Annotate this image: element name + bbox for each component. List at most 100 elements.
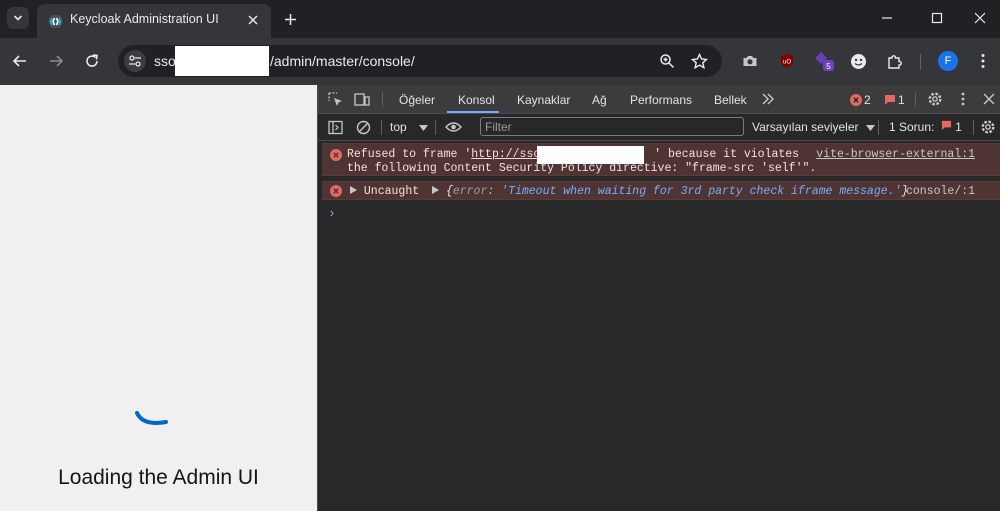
back-button[interactable] xyxy=(9,50,31,72)
address-bar[interactable]: sso. /admin/master/console/ xyxy=(118,45,722,77)
devtools-menu-button[interactable] xyxy=(954,90,972,108)
caret-down-icon xyxy=(419,125,429,131)
live-expression-button[interactable] xyxy=(444,118,462,136)
error-circle-icon xyxy=(330,149,342,161)
bookmark-button[interactable] xyxy=(688,50,710,72)
extensions-button[interactable] xyxy=(884,51,904,71)
expand-triangle-icon[interactable] xyxy=(432,186,440,194)
log-level-selector[interactable]: Varsayılan seviyeler xyxy=(752,120,875,134)
more-tabs-button[interactable] xyxy=(759,90,777,108)
arrow-right-icon xyxy=(50,55,64,67)
console-divider xyxy=(381,120,382,135)
loading-spinner-icon xyxy=(135,411,168,425)
close-icon xyxy=(983,93,995,105)
sidebar-icon xyxy=(327,120,343,134)
message-text: ' because it violates xyxy=(654,148,800,161)
select-element-icon xyxy=(327,91,342,106)
site-info-button[interactable] xyxy=(124,50,146,72)
console-toolbar: top Varsayılan seviyeler 1 Sorun: 1 xyxy=(318,114,1000,141)
extension-badge: 5 xyxy=(826,62,831,71)
issues-badge: 1 xyxy=(955,120,962,134)
minimize-icon xyxy=(882,17,892,19)
reload-icon xyxy=(86,54,98,67)
svg-text:uO: uO xyxy=(783,60,791,66)
error-count: 2 xyxy=(864,93,871,107)
kebab-menu-icon xyxy=(981,54,985,68)
close-icon xyxy=(974,12,986,24)
purple-extension-button[interactable]: 5 xyxy=(814,51,834,71)
tab-search-button[interactable] xyxy=(7,7,29,29)
minimize-button[interactable] xyxy=(877,8,897,28)
console-prompt[interactable]: › xyxy=(328,206,336,221)
tab-title: Keycloak Administration UI xyxy=(70,12,219,26)
issues-button[interactable]: 1 Sorun: 1 xyxy=(889,120,962,134)
block-icon xyxy=(356,120,370,134)
arrow-left-icon xyxy=(12,55,26,67)
console-settings-button[interactable] xyxy=(979,118,997,136)
face-extension-button[interactable] xyxy=(848,51,868,71)
tab-console[interactable]: Konsol xyxy=(458,93,495,107)
gear-icon xyxy=(981,120,995,134)
browser-menu-button[interactable] xyxy=(973,51,993,71)
new-tab-button[interactable] xyxy=(280,9,300,29)
error-count-icon[interactable] xyxy=(847,91,865,109)
console-divider xyxy=(435,120,436,135)
issue-count-icon[interactable] xyxy=(881,91,899,109)
devtools-divider xyxy=(382,92,383,107)
purple-extension-icon: 5 xyxy=(815,52,834,71)
console-divider xyxy=(878,120,879,135)
object-key: error xyxy=(452,185,488,198)
sidebar-toggle-button[interactable] xyxy=(326,118,344,136)
toolbar-divider xyxy=(920,54,921,70)
expand-triangle-icon[interactable] xyxy=(350,186,357,194)
devtools-settings-button[interactable] xyxy=(926,90,944,108)
devtools-close-button[interactable] xyxy=(980,90,998,108)
tab-memory[interactable]: Bellek xyxy=(714,93,747,107)
forward-button[interactable] xyxy=(45,50,67,72)
message-line-1: Refused to frame 'http://sso. ' because i… xyxy=(347,146,800,164)
source-link[interactable]: vite-browser-external:1 xyxy=(816,148,975,161)
url-path: /admin/master/console/ xyxy=(270,53,415,69)
clear-console-button[interactable] xyxy=(354,118,372,136)
eye-icon xyxy=(444,122,462,132)
reload-button[interactable] xyxy=(81,50,103,72)
zoom-button[interactable] xyxy=(656,50,678,72)
tune-icon xyxy=(129,55,141,67)
ublock-shield-icon: uO xyxy=(781,54,793,68)
inspect-element-button[interactable] xyxy=(326,90,344,108)
browser-tab-keycloak[interactable]: Keycloak Administration UI xyxy=(37,4,271,38)
gear-icon xyxy=(928,92,942,106)
tab-elements[interactable]: Öğeler xyxy=(399,93,435,107)
face-icon xyxy=(850,53,866,69)
browser-toolbar: sso. /admin/master/console/ uO 5 F xyxy=(0,38,1000,85)
message-prefix: Uncaught xyxy=(363,185,420,198)
message-text: Refused to frame ' xyxy=(347,148,472,161)
zoom-in-icon xyxy=(660,54,675,69)
tab-performance[interactable]: Performans xyxy=(630,93,692,107)
double-chevron-right-icon xyxy=(762,93,774,105)
close-window-button[interactable] xyxy=(970,8,990,28)
tab-strip: Keycloak Administration UI xyxy=(0,0,1000,38)
maximize-button[interactable] xyxy=(927,8,947,28)
message-line: Uncaught {error: 'Timeout when waiting f… xyxy=(350,185,908,198)
tab-sources[interactable]: Kaynaklar xyxy=(517,93,570,107)
context-selector[interactable]: top xyxy=(390,120,429,134)
console-filter-input[interactable] xyxy=(480,117,744,136)
camera-icon xyxy=(743,56,757,66)
maximize-icon xyxy=(931,12,943,24)
source-link[interactable]: console/:1 xyxy=(906,185,975,198)
ublock-extension-button[interactable]: uO xyxy=(777,51,797,71)
message-url-link[interactable]: http://sso. xyxy=(471,148,547,161)
tab-network[interactable]: Ağ xyxy=(592,93,607,107)
redacted-host xyxy=(175,46,269,76)
device-toolbar-button[interactable] xyxy=(353,90,371,108)
close-icon xyxy=(248,15,258,25)
star-icon xyxy=(690,52,708,69)
devtools-tab-bar: Öğeler Konsol Kaynaklar Ağ Performans Be… xyxy=(318,85,1000,114)
error-circle-icon xyxy=(330,185,342,197)
tab-close-button[interactable] xyxy=(245,12,261,28)
active-tab-indicator xyxy=(447,111,499,113)
profile-avatar[interactable]: F xyxy=(938,51,958,71)
page-viewport xyxy=(0,85,317,511)
screenshot-extension-button[interactable] xyxy=(740,51,760,71)
